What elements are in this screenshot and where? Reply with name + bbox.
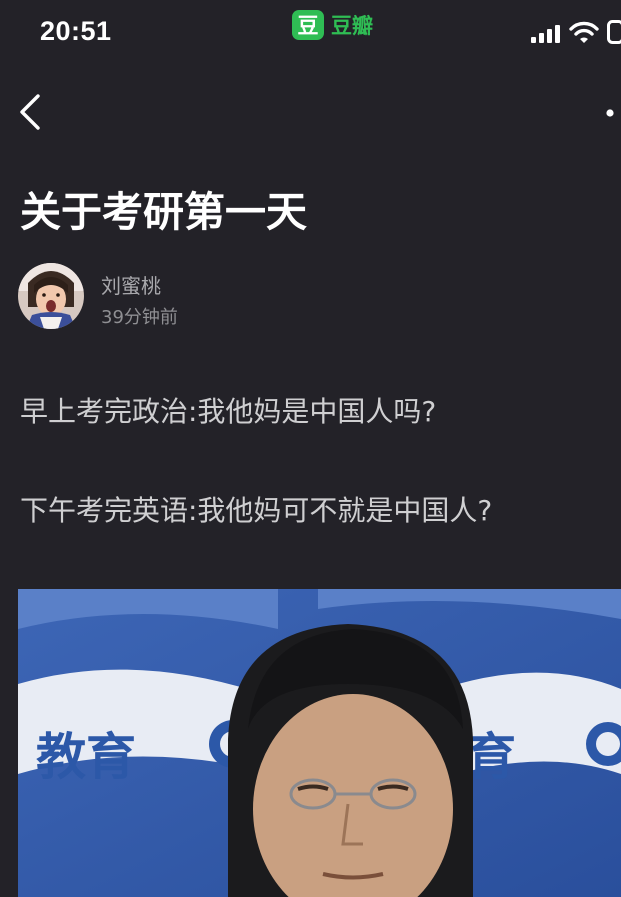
status-time: 20:51 <box>40 16 112 46</box>
wifi-icon <box>569 21 599 43</box>
app-badge[interactable]: 豆 豆瓣 <box>292 10 373 40</box>
body-line-1: 早上考完政治:我他妈是中国人吗? <box>20 395 437 428</box>
avatar[interactable] <box>18 263 84 329</box>
watermark-text-2: 育 <box>466 728 516 786</box>
post-time: 39分钟前 <box>101 307 178 328</box>
post-image[interactable]: 教育 育 <box>18 589 621 897</box>
author-name[interactable]: 刘蜜桃 <box>101 270 161 299</box>
watermark-text-1: 教育 <box>36 728 136 786</box>
status-bar: 20:51 豆 豆瓣 <box>0 0 621 64</box>
douban-logo-icon: 豆 <box>292 10 324 40</box>
avatar-image <box>18 263 84 329</box>
battery-icon <box>607 20 621 44</box>
nav-bar <box>0 80 621 144</box>
more-button[interactable] <box>598 102 620 124</box>
app-name: 豆瓣 <box>331 14 373 38</box>
signal-icon <box>531 25 560 43</box>
body-line-2: 下午考完英语:我他妈可不就是中国人? <box>20 494 493 527</box>
chevron-left-icon <box>20 94 40 130</box>
post-title: 关于考研第一天 <box>20 188 307 236</box>
meme-photo: 教育 育 <box>18 589 621 897</box>
more-dots-icon <box>606 109 614 117</box>
back-button[interactable] <box>14 90 54 134</box>
